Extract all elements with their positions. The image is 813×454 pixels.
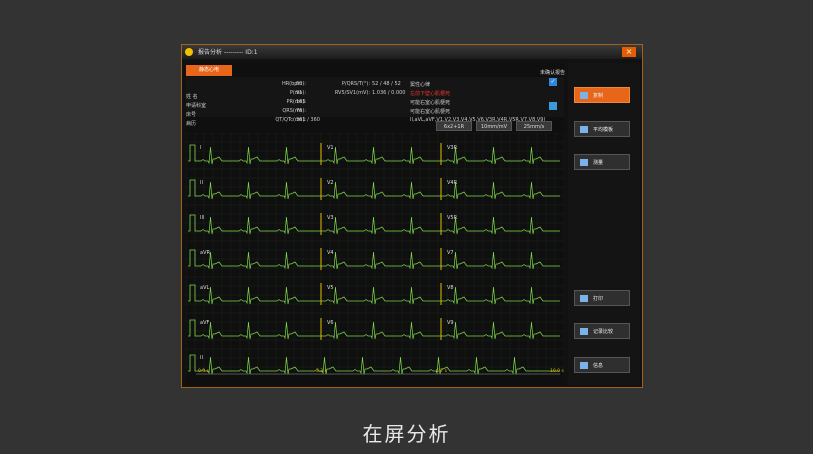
lead-label: aVL [200, 285, 209, 291]
window-title: 报告分析 --------- ID:1 [198, 49, 258, 56]
print-label: 打印 [593, 296, 604, 302]
layout-select[interactable]: 6x2+1R [436, 121, 472, 131]
rv5sv1-value: 1.036 / 0.000 [372, 90, 406, 96]
calibration-pulse [188, 179, 196, 197]
diagnosis-line: 可能右室心肌梗死 [410, 100, 451, 106]
lead-label: II [200, 355, 203, 361]
p-value: 91 [296, 90, 303, 96]
calibration-pulse [188, 284, 196, 302]
ecg-trace [441, 286, 560, 305]
lead-label: V4R [447, 180, 458, 186]
lead-label: I [200, 145, 201, 151]
main-panel: 静态心电 未确认报告 姓 名 申请科室 床号 病历 HR(bpm): 60 P(… [186, 63, 566, 385]
lead-label: III [200, 215, 204, 221]
measure-button[interactable]: 测量 [574, 154, 630, 170]
ecg-trace [441, 216, 560, 235]
time-tick-label: 6.7 s [436, 368, 448, 374]
gain-select[interactable]: 10mm/mV [476, 121, 512, 131]
qrs-value: 76 [296, 108, 303, 114]
name-label: 姓 名 [186, 94, 198, 100]
rv5sv1-label: RV5/SV1(mV): [334, 90, 370, 96]
speed-select[interactable]: 25mm/s [516, 121, 552, 131]
axis-value: 52 / 48 / 52 [372, 81, 401, 87]
qt-value: 361 / 360 [296, 117, 320, 123]
diagnosis-line: 左前下壁心肌梗死 [410, 91, 451, 97]
ecg-trace [196, 251, 321, 270]
illness-label: 病历 [186, 121, 197, 127]
dept-label: 申请科室 [186, 103, 207, 109]
calibration-pulse [188, 319, 196, 337]
copy-button[interactable]: 复制 [574, 87, 630, 103]
ecg-chart: I V1 V3R II V2 V4R III V3 V5R aVR V4 V7 aVL V5 V8 aVF V6… [186, 133, 564, 375]
compare-label: 记录比较 [593, 329, 614, 335]
ecg-trace [441, 146, 560, 165]
lead-label: V6 [327, 320, 334, 326]
compare-icon [580, 328, 588, 335]
lead-label: V9 [447, 320, 454, 326]
template-label: 平均模板 [593, 127, 614, 133]
lead-label: aVR [200, 250, 210, 256]
lead-label: V3R [447, 145, 458, 151]
ecg-trace [196, 181, 321, 200]
axis-label: P/QRS/T(°): [341, 81, 370, 87]
template-icon [580, 126, 588, 133]
app-icon [185, 48, 193, 56]
tab-static-ecg[interactable]: 静态心电 [186, 65, 232, 76]
lead-label: V3 [327, 215, 334, 221]
diagnosis-line: 可能右室心肌梗死 [410, 109, 451, 115]
ecg-trace [441, 251, 560, 270]
calibration-pulse [188, 144, 196, 162]
calibration-pulse [188, 354, 196, 372]
copy-label: 复制 [593, 93, 604, 99]
info-panel: 姓 名 申请科室 床号 病历 HR(bpm): 60 P(ms): 91 PR(… [186, 77, 564, 127]
lead-label: V5 [327, 285, 334, 291]
time-tick-label: 3.3 s [316, 368, 328, 374]
pr-value: 165 [296, 99, 306, 105]
edit-diagnosis-icon[interactable] [549, 102, 557, 110]
lead-label: V4 [327, 250, 334, 256]
ecg-trace [441, 181, 560, 200]
lead-label: V5R [447, 215, 458, 221]
bed-label: 床号 [186, 112, 197, 118]
diagnosis-line: 窦性心律 [410, 82, 431, 88]
info-label: 信息 [593, 363, 604, 369]
close-button[interactable]: × [622, 47, 636, 57]
measure-label: 测量 [593, 160, 604, 166]
hr-value: 60 [296, 81, 303, 87]
copy-icon [580, 92, 588, 99]
info-button[interactable]: 信息 [574, 357, 630, 373]
record-compare-button[interactable]: 记录比较 [574, 323, 630, 339]
ecg-trace [196, 146, 321, 165]
lead-label: aVF [200, 320, 209, 326]
ecg-trace [196, 286, 321, 305]
ecg-trace [441, 321, 560, 340]
lead-label: V7 [447, 250, 454, 256]
average-template-button[interactable]: 平均模板 [574, 121, 630, 137]
title-bar: 报告分析 --------- ID:1 × [182, 45, 642, 59]
side-toolbar: 复制 平均模板 测量 打印 记录比较 信息 [568, 63, 640, 385]
lead-label: II [200, 180, 203, 186]
confirm-status: 未确认报告 [540, 70, 566, 76]
ecg-trace [196, 216, 321, 235]
print-icon [580, 295, 588, 302]
lead-label: V8 [447, 285, 454, 291]
calibration-pulse [188, 249, 196, 267]
caption: 在屏分析 [362, 422, 451, 446]
print-button[interactable]: 打印 [574, 290, 630, 306]
info-icon [580, 362, 588, 369]
time-tick-label: 10.0 s [550, 368, 564, 374]
time-tick-label: 0.0 s [198, 368, 210, 374]
confirm-checkbox[interactable]: ✓ [549, 78, 557, 86]
lead-label: V1 [327, 145, 334, 151]
ecg-trace [196, 356, 560, 375]
ecg-trace [196, 321, 321, 340]
measure-icon [580, 159, 588, 166]
report-window: 报告分析 --------- ID:1 × 静态心电 未确认报告 姓 名 申请科… [181, 44, 643, 388]
lead-label: V2 [327, 180, 334, 186]
